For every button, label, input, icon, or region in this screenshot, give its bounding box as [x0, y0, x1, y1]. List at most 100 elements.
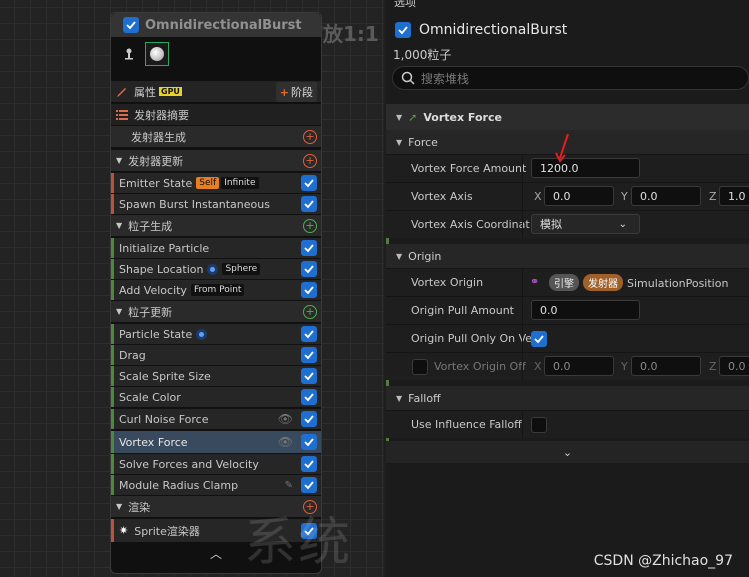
module-header-vortex-force[interactable]: ▼ ➚ Vortex Force	[386, 104, 749, 130]
module-enable-checkbox[interactable]	[301, 282, 317, 298]
summary-label: 发射器摘要	[134, 108, 189, 122]
input-value: 0.0	[553, 189, 571, 203]
collapse-triangle-icon[interactable]: ▼	[116, 307, 122, 316]
vortex-axis-y-input[interactable]: 0.0	[631, 186, 701, 206]
add-module-icon[interactable]: +	[303, 218, 317, 233]
collapse-triangle-icon[interactable]: ▼	[116, 221, 122, 230]
origin-offset-z-input[interactable]: 0.0	[719, 356, 749, 376]
pin-icon[interactable]	[117, 42, 141, 66]
sphere-icon	[150, 47, 164, 61]
module-label: Scale Sprite Size	[119, 369, 211, 383]
module-label: Solve Forces and Velocity	[119, 457, 259, 471]
emitter-summary-row[interactable]: 发射器摘要	[111, 104, 321, 125]
module-curl-noise-force[interactable]: Curl Noise Force 👁	[111, 408, 321, 429]
module-enable-checkbox[interactable]	[301, 477, 317, 493]
group-label: Force	[408, 135, 438, 149]
module-label: Sprite渲染器	[134, 524, 200, 538]
vortex-force-amount-input[interactable]: 1200.0	[531, 158, 640, 178]
emitter-update-header[interactable]: ▼ 发射器更新 +	[111, 150, 321, 171]
particle-spawn-header[interactable]: ▼ 粒子生成 +	[111, 215, 321, 236]
collapse-triangle-icon[interactable]: ▼	[116, 502, 122, 511]
module-enable-checkbox[interactable]	[301, 326, 317, 342]
add-stage-button[interactable]: + 阶段	[275, 81, 317, 102]
vortex-axis-x-input[interactable]: 0.0	[544, 186, 614, 206]
param-enable-checkbox[interactable]	[412, 359, 428, 375]
module-scale-color[interactable]: Scale Color	[111, 386, 321, 407]
properties-row[interactable]: 属性 GPU + 阶段	[111, 81, 321, 102]
use-influence-falloff-checkbox[interactable]	[531, 417, 547, 433]
module-badge: Self	[196, 177, 220, 189]
add-module-icon[interactable]: +	[303, 129, 317, 144]
param-label: Vortex Origin	[411, 276, 484, 289]
collapse-triangle-icon[interactable]: ▼	[396, 252, 402, 261]
origin-offset-x-input[interactable]: 0.0	[544, 356, 614, 376]
param-label: Vortex Origin Off	[434, 360, 526, 373]
origin-pull-amount-input[interactable]: 0.0	[531, 300, 640, 320]
input-value: 1.0	[728, 189, 746, 203]
module-enable-checkbox[interactable]	[301, 456, 317, 472]
eye-icon[interactable]: 👁	[278, 435, 293, 449]
param-vortex-origin-offset: Vortex Origin Off X 0.0 Y 0.0 Z 0.0	[386, 352, 749, 380]
group-origin[interactable]: ▼ Origin	[386, 244, 749, 268]
edit-icon[interactable]: ✎	[285, 480, 293, 491]
search-stack-input[interactable]: 搜索堆栈	[392, 66, 749, 90]
module-enable-checkbox[interactable]	[301, 261, 317, 277]
collapse-triangle-icon[interactable]: ▼	[396, 394, 402, 403]
module-enable-checkbox[interactable]	[301, 175, 317, 191]
add-module-icon[interactable]: +	[303, 153, 317, 168]
collapse-triangle-icon[interactable]: ▼	[396, 113, 402, 122]
module-radius-clamp[interactable]: Module Radius Clamp ✎	[111, 474, 321, 495]
particle-count: 1,000粒子	[393, 48, 452, 62]
particle-update-header[interactable]: ▼ 粒子更新 +	[111, 301, 321, 322]
module-enable-checkbox[interactable]	[301, 196, 317, 212]
linked-input-value[interactable]: 引擎 发射器 SimulationPosition	[549, 274, 728, 291]
particle-preview-thumbnail[interactable]	[145, 42, 169, 66]
module-enable-checkbox[interactable]	[301, 411, 317, 427]
eye-icon[interactable]: 👁	[278, 412, 293, 426]
collapse-triangle-icon[interactable]: ▼	[396, 138, 402, 147]
emitter-spawn-row[interactable]: 发射器生成 +	[111, 126, 321, 147]
module-particle-state[interactable]: Particle State	[111, 323, 321, 344]
panel-tab[interactable]: 选项	[394, 0, 504, 9]
group-falloff[interactable]: ▼ Falloff	[386, 386, 749, 410]
module-spawn-burst[interactable]: Spawn Burst Instantaneous	[111, 193, 321, 214]
vortex-axis-z-input[interactable]: 1.0	[719, 186, 749, 206]
module-enable-checkbox[interactable]	[301, 389, 317, 405]
module-enable-checkbox[interactable]	[301, 434, 317, 450]
list-icon	[116, 109, 128, 120]
node-thumbnails	[111, 37, 321, 71]
module-enable-checkbox[interactable]	[301, 240, 317, 256]
module-label: Spawn Burst Instantaneous	[119, 197, 270, 211]
module-scale-sprite-size[interactable]: Scale Sprite Size	[111, 365, 321, 386]
module-shape-location[interactable]: Shape Location Sphere	[111, 258, 321, 279]
origin-offset-y-input[interactable]: 0.0	[631, 356, 701, 376]
module-enable-checkbox[interactable]	[301, 368, 317, 384]
module-drag[interactable]: Drag	[111, 344, 321, 365]
emitter-enable-checkbox[interactable]	[123, 17, 139, 33]
module-label: Vortex Force	[119, 435, 188, 449]
module-enable-checkbox[interactable]	[301, 347, 317, 363]
render-label: 渲染	[128, 500, 151, 514]
module-initialize-particle[interactable]: Initialize Particle	[111, 237, 321, 258]
red-arrow-annotation	[555, 133, 569, 163]
search-icon	[401, 71, 415, 85]
csdn-watermark: CSDN @Zhichao_97	[593, 553, 733, 569]
panel-header: OmnidirectionalBurst	[395, 22, 567, 38]
module-add-velocity[interactable]: Add Velocity From Point	[111, 279, 321, 300]
coordinate-space-dropdown[interactable]: 模拟 ⌄	[531, 214, 640, 234]
module-vortex-force[interactable]: Vortex Force 👁	[111, 430, 321, 453]
module-label: Emitter State	[119, 176, 193, 190]
module-emitter-state[interactable]: Emitter State Self Infinite	[111, 172, 321, 193]
add-module-icon[interactable]: +	[303, 304, 317, 319]
graph-canvas[interactable]: 缩放1:1 OmnidirectionalBurst 属性 GPU + 阶段 发射…	[0, 0, 384, 577]
module-label: Shape Location	[119, 262, 204, 276]
module-solve-forces[interactable]: Solve Forces and Velocity	[111, 453, 321, 474]
origin-pull-only-checkbox[interactable]	[531, 331, 547, 347]
node-title-bar[interactable]: OmnidirectionalBurst	[111, 13, 321, 37]
expand-advanced-chevron-icon[interactable]: ⌄	[386, 441, 749, 463]
param-vortex-axis: Vortex Axis X 0.0 Y 0.0 Z 1.0	[386, 182, 749, 210]
collapse-triangle-icon[interactable]: ▼	[116, 156, 122, 165]
emitter-node[interactable]: OmnidirectionalBurst 属性 GPU + 阶段 发射器摘要 发射…	[110, 12, 322, 574]
emitter-enable-checkbox[interactable]	[395, 22, 411, 38]
group-label: Origin	[408, 249, 442, 263]
